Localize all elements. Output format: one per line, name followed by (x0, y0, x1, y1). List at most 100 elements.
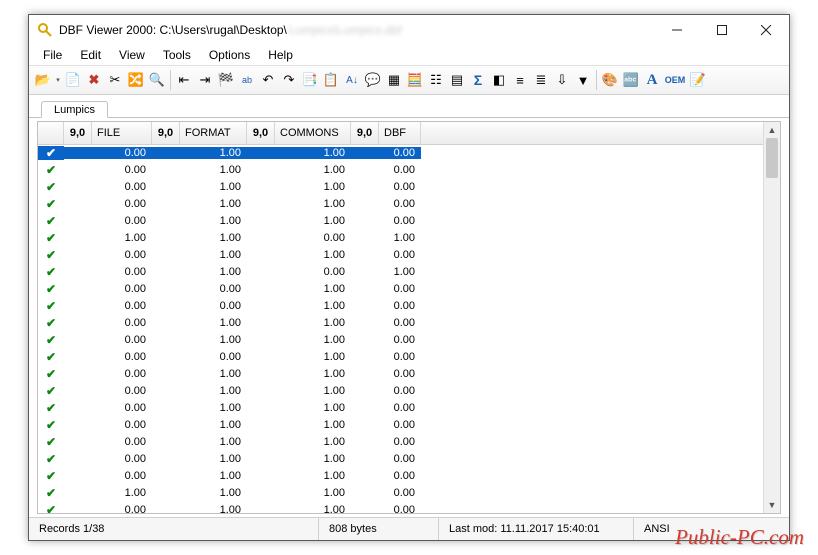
close-button[interactable] (744, 15, 789, 45)
vertical-scrollbar[interactable]: ▲ ▼ (763, 122, 780, 513)
grid-header-type[interactable]: 9,0 (64, 122, 92, 144)
grid-header-commons[interactable]: COMMONS (275, 122, 351, 144)
grid-header-row: 9,0FILE9,0FORMAT9,0COMMONS9,0DBF (38, 122, 780, 145)
menu-options[interactable]: Options (201, 47, 258, 63)
font-color-icon[interactable]: 🔤 (621, 69, 641, 91)
table-row[interactable]: ✔0.001.001.000.00 (38, 178, 764, 195)
sum-icon[interactable]: Σ (468, 69, 488, 91)
table-row[interactable]: ✔0.001.001.000.00 (38, 161, 764, 178)
cell: 0.00 (351, 470, 421, 482)
cell: 0.00 (64, 198, 152, 210)
columns-icon[interactable]: ☷ (426, 69, 446, 91)
menu-file[interactable]: File (35, 47, 70, 63)
cell: 1.00 (247, 504, 351, 514)
table-row[interactable]: ✔0.001.001.000.00 (38, 382, 764, 399)
grid-header-file[interactable]: FILE (92, 122, 152, 144)
check-icon: ✔ (38, 163, 64, 177)
table-row[interactable]: ✔0.001.001.000.00 (38, 416, 764, 433)
grid-icon[interactable]: ▤ (447, 69, 467, 91)
cell: 1.00 (247, 198, 351, 210)
nav-first-icon[interactable]: ⇤ (174, 69, 194, 91)
dropdown-icon[interactable]: ▾ (54, 69, 62, 91)
tree-icon[interactable]: 🔀 (126, 69, 146, 91)
scroll-thumb[interactable] (766, 138, 778, 178)
delete-icon[interactable]: ✖ (84, 69, 104, 91)
eraser-icon[interactable]: ◧ (489, 69, 509, 91)
scroll-up-button[interactable]: ▲ (764, 122, 780, 138)
cut-icon[interactable]: ✂ (105, 69, 125, 91)
font-icon[interactable]: A (642, 69, 662, 91)
new-icon[interactable]: 📄 (63, 69, 83, 91)
window: DBF Viewer 2000: C:\Users\rugal\Desktop\… (29, 15, 789, 540)
paste-icon[interactable]: 📋 (321, 69, 341, 91)
menu-help[interactable]: Help (260, 47, 301, 63)
filter3-icon[interactable]: ▼ (573, 69, 593, 91)
redo-icon[interactable]: ↷ (279, 69, 299, 91)
oem-icon[interactable]: OEM (663, 69, 687, 91)
check-icon: ✔ (38, 214, 64, 228)
check-icon: ✔ (38, 265, 64, 279)
table-row[interactable]: ✔0.000.001.000.00 (38, 280, 764, 297)
table-row[interactable]: ✔0.001.000.001.00 (38, 263, 764, 280)
cell: 0.00 (351, 453, 421, 465)
table-row[interactable]: ✔0.001.001.000.00 (38, 450, 764, 467)
grid-header-type[interactable]: 9,0 (351, 122, 379, 144)
open-icon[interactable]: 📂 (33, 69, 53, 91)
table-row[interactable]: ✔0.001.001.000.00 (38, 433, 764, 450)
props-icon[interactable]: 📝 (688, 69, 708, 91)
copy-icon[interactable]: 📑 (300, 69, 320, 91)
sort-icon[interactable]: A↓ (342, 69, 362, 91)
align-left2-icon[interactable]: ≣ (531, 69, 551, 91)
menu-edit[interactable]: Edit (72, 47, 109, 63)
table-row[interactable]: ✔0.000.001.000.00 (38, 297, 764, 314)
menu-tools[interactable]: Tools (155, 47, 199, 63)
cell: 1.00 (247, 215, 351, 227)
grid-header-format[interactable]: FORMAT (180, 122, 247, 144)
cell: 1.00 (247, 385, 351, 397)
align-left-icon[interactable]: ≡ (510, 69, 530, 91)
nav-last-icon[interactable]: 🏁 (216, 69, 236, 91)
data-grid[interactable]: 9,0FILE9,0FORMAT9,0COMMONS9,0DBF ✔0.001.… (37, 121, 781, 514)
info-icon[interactable]: 💬 (363, 69, 383, 91)
minimize-button[interactable] (654, 15, 699, 45)
cell: 0.00 (64, 436, 152, 448)
grid-header-check[interactable] (38, 122, 64, 144)
grid-header-type[interactable]: 9,0 (247, 122, 275, 144)
cell: 0.00 (351, 198, 421, 210)
undo-icon[interactable]: ↶ (258, 69, 278, 91)
window-title: DBF Viewer 2000: C:\Users\rugal\Desktop\… (59, 23, 402, 37)
maximize-button[interactable] (699, 15, 744, 45)
find-icon[interactable]: 🔍 (147, 69, 167, 91)
table-row[interactable]: ✔0.001.001.000.00 (38, 195, 764, 212)
table-row[interactable]: ✔0.001.001.000.00 (38, 144, 764, 161)
table-row[interactable]: ✔0.001.001.000.00 (38, 314, 764, 331)
table-row[interactable]: ✔1.001.000.001.00 (38, 229, 764, 246)
table-row[interactable]: ✔0.001.001.000.00 (38, 212, 764, 229)
tab-lumpics[interactable]: Lumpics (41, 101, 108, 118)
table-row[interactable]: ✔0.001.001.000.00 (38, 467, 764, 484)
filter-icon[interactable]: ▦ (384, 69, 404, 91)
filter2-icon[interactable]: 🧮 (405, 69, 425, 91)
grid-header-type[interactable]: 9,0 (152, 122, 180, 144)
replace-icon[interactable]: ab (237, 69, 257, 91)
table-row[interactable]: ✔0.001.001.000.00 (38, 501, 764, 513)
menu-view[interactable]: View (111, 47, 153, 63)
table-row[interactable]: ✔0.000.001.000.00 (38, 348, 764, 365)
table-row[interactable]: ✔0.001.001.000.00 (38, 399, 764, 416)
cell: 1.00 (152, 385, 247, 397)
palette-icon[interactable]: 🎨 (600, 69, 620, 91)
cell: 1.00 (152, 266, 247, 278)
cell: 0.00 (64, 283, 152, 295)
nav-right-icon[interactable]: ⇥ (195, 69, 215, 91)
scroll-down-button[interactable]: ▼ (764, 497, 780, 513)
table-row[interactable]: ✔0.001.001.000.00 (38, 331, 764, 348)
align-down-icon[interactable]: ⇩ (552, 69, 572, 91)
cell: 1.00 (152, 334, 247, 346)
table-row[interactable]: ✔0.001.001.000.00 (38, 365, 764, 382)
grid-header-dbf[interactable]: DBF (379, 122, 421, 144)
check-icon: ✔ (38, 282, 64, 296)
table-row[interactable]: ✔0.001.001.000.00 (38, 246, 764, 263)
cell: 0.00 (351, 402, 421, 414)
check-icon: ✔ (38, 435, 64, 449)
table-row[interactable]: ✔1.001.001.000.00 (38, 484, 764, 501)
